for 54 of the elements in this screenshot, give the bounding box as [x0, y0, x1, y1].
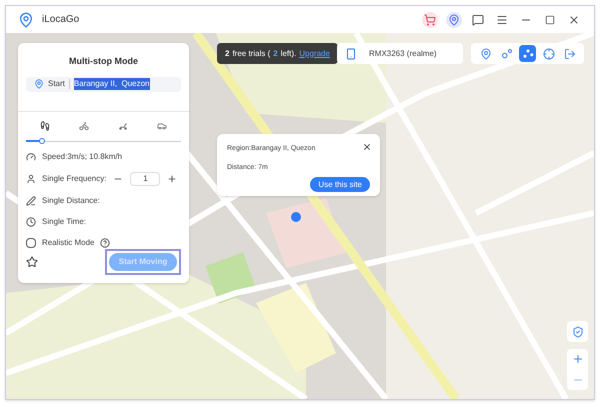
cart-icon — [424, 14, 436, 26]
route-pins-icon — [500, 48, 512, 60]
speed-icon — [26, 152, 36, 162]
menu-icon — [496, 14, 508, 26]
trial-count: 2 — [225, 48, 230, 60]
speed-slider[interactable] — [26, 138, 181, 143]
start-label: Start — [48, 78, 65, 90]
panel-title: Multi-stop Mode — [68, 55, 139, 68]
mode-button[interactable] — [519, 45, 536, 62]
distance-label: Single Distance: — [42, 195, 100, 207]
cart-button[interactable] — [422, 12, 438, 28]
person-icon — [26, 174, 36, 184]
zoom-in-icon — [572, 353, 584, 366]
close-icon[interactable] — [362, 142, 372, 152]
crosshair-icon — [542, 48, 554, 60]
clock-icon — [26, 217, 36, 227]
exit-icon — [564, 48, 576, 60]
slider-thumb[interactable] — [38, 138, 44, 144]
pin-icon — [34, 79, 44, 90]
close-icon — [568, 14, 580, 26]
trial-text: free trials ( — [232, 48, 270, 60]
plus-icon — [167, 174, 178, 184]
map-pin-icon — [480, 48, 492, 60]
device-box[interactable]: RMX3263 (realme) — [337, 43, 463, 64]
help-icon[interactable] — [100, 238, 110, 248]
frequency-label: Single Frequency: — [42, 173, 106, 185]
speed-reading: Speed:3m/s; 10.8km/h — [42, 151, 122, 163]
app-logo-icon — [18, 12, 34, 28]
multi-pins-icon — [522, 48, 534, 60]
location-button[interactable] — [446, 12, 462, 28]
upgrade-link[interactable]: Upgrade — [299, 48, 330, 60]
use-site-button[interactable]: Use this site — [310, 177, 370, 192]
walking-icon — [40, 121, 50, 132]
shield-icon — [572, 326, 584, 338]
phone-icon — [345, 48, 357, 60]
car-icon — [156, 121, 167, 132]
message-icon — [472, 14, 484, 26]
start-field[interactable]: Start Barangay II, Quezon — [26, 76, 181, 92]
trials-left-text: left). — [280, 48, 296, 60]
trials-left-count: 2 — [273, 48, 278, 60]
window-title: iLocaGo — [42, 13, 80, 27]
maximize-icon — [545, 14, 555, 24]
time-label: Single Time: — [42, 216, 86, 228]
bicycle-icon — [79, 121, 90, 132]
scooter-icon — [118, 121, 128, 132]
shield-button[interactable] — [567, 321, 588, 342]
checkbox[interactable] — [26, 238, 36, 248]
device-name: RMX3263 (realme) — [369, 48, 437, 60]
realistic-mode-label: Realistic Mode — [42, 237, 94, 249]
start-value: Barangay II, Quezon — [74, 78, 150, 90]
star-icon[interactable] — [26, 256, 38, 268]
pen-icon — [26, 196, 36, 206]
location-pin-icon — [448, 14, 460, 26]
frequency-field[interactable]: 1 — [130, 172, 160, 186]
